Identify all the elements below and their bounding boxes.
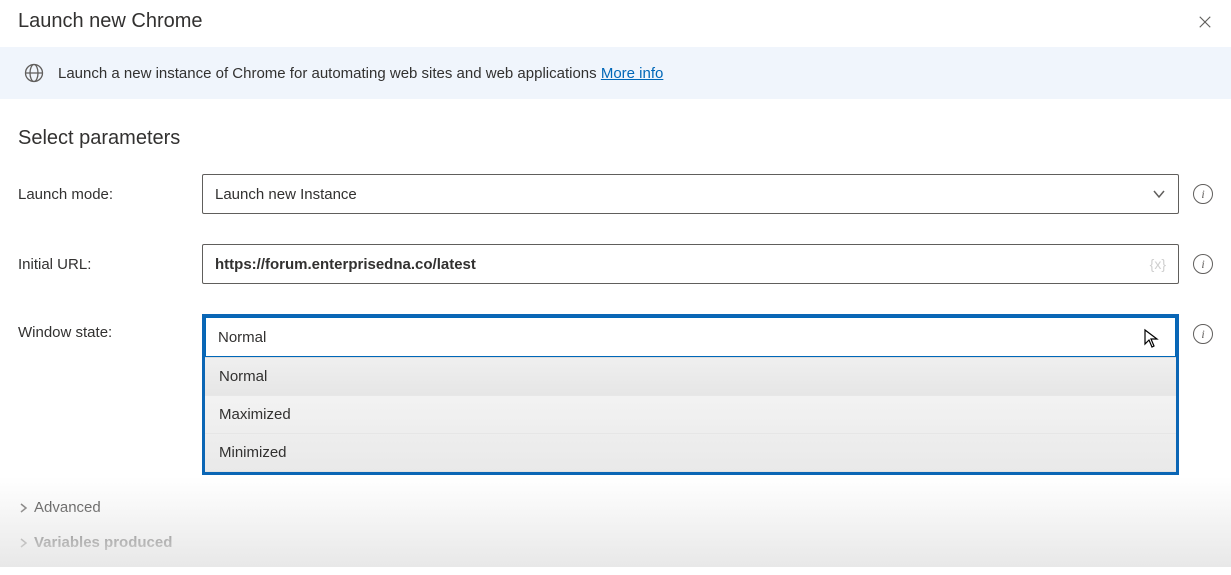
more-info-link[interactable]: More info xyxy=(601,65,664,82)
window-state-option-normal[interactable]: Normal xyxy=(205,358,1176,396)
description-text: Launch a new instance of Chrome for auto… xyxy=(58,65,663,82)
globe-icon xyxy=(24,63,44,83)
initial-url-info-icon[interactable]: i xyxy=(1193,254,1213,274)
close-icon xyxy=(1198,15,1212,29)
variables-produced-toggle[interactable]: Variables produced xyxy=(18,534,1213,551)
close-button[interactable] xyxy=(1197,14,1213,30)
window-state-selected[interactable]: Normal xyxy=(205,317,1176,357)
titlebar: Launch new Chrome xyxy=(0,0,1231,47)
window-state-label: Window state: xyxy=(18,314,188,341)
initial-url-value: https://forum.enterprisedna.co/latest xyxy=(215,256,476,273)
dialog-title: Launch new Chrome xyxy=(18,10,203,33)
window-state-options: Normal Maximized Minimized xyxy=(205,357,1176,472)
section-heading: Select parameters xyxy=(18,127,1213,150)
chevron-down-icon xyxy=(1152,187,1166,201)
variable-chip-icon[interactable]: {x} xyxy=(1150,256,1166,272)
window-state-dropdown[interactable]: Normal Normal Maximized Minimized xyxy=(202,314,1179,475)
window-state-option-maximized[interactable]: Maximized xyxy=(205,396,1176,434)
variables-produced-label: Variables produced xyxy=(34,534,172,551)
cursor-icon xyxy=(1143,328,1161,354)
description-banner: Launch a new instance of Chrome for auto… xyxy=(0,47,1231,99)
chevron-right-icon xyxy=(18,538,28,548)
launch-mode-row: Launch mode: Launch new Instance i xyxy=(18,174,1213,214)
initial-url-row: Initial URL: https://forum.enterprisedna… xyxy=(18,244,1213,284)
launch-mode-label: Launch mode: xyxy=(18,186,188,203)
window-state-option-minimized[interactable]: Minimized xyxy=(205,434,1176,472)
initial-url-label: Initial URL: xyxy=(18,256,188,273)
launch-mode-info-icon[interactable]: i xyxy=(1193,184,1213,204)
advanced-label: Advanced xyxy=(34,499,101,516)
window-state-info-icon[interactable]: i xyxy=(1193,324,1213,344)
launch-mode-value: Launch new Instance xyxy=(215,186,357,203)
initial-url-input[interactable]: https://forum.enterprisedna.co/latest {x… xyxy=(202,244,1179,284)
chevron-right-icon xyxy=(18,503,28,513)
advanced-toggle[interactable]: Advanced xyxy=(18,499,1213,516)
window-state-value: Normal xyxy=(218,329,266,346)
description-body: Launch a new instance of Chrome for auto… xyxy=(58,65,597,82)
launch-mode-select[interactable]: Launch new Instance xyxy=(202,174,1179,214)
window-state-row: Window state: Normal Normal Maximized Mi… xyxy=(18,314,1213,475)
parameters-section: Select parameters Launch mode: Launch ne… xyxy=(0,99,1231,575)
